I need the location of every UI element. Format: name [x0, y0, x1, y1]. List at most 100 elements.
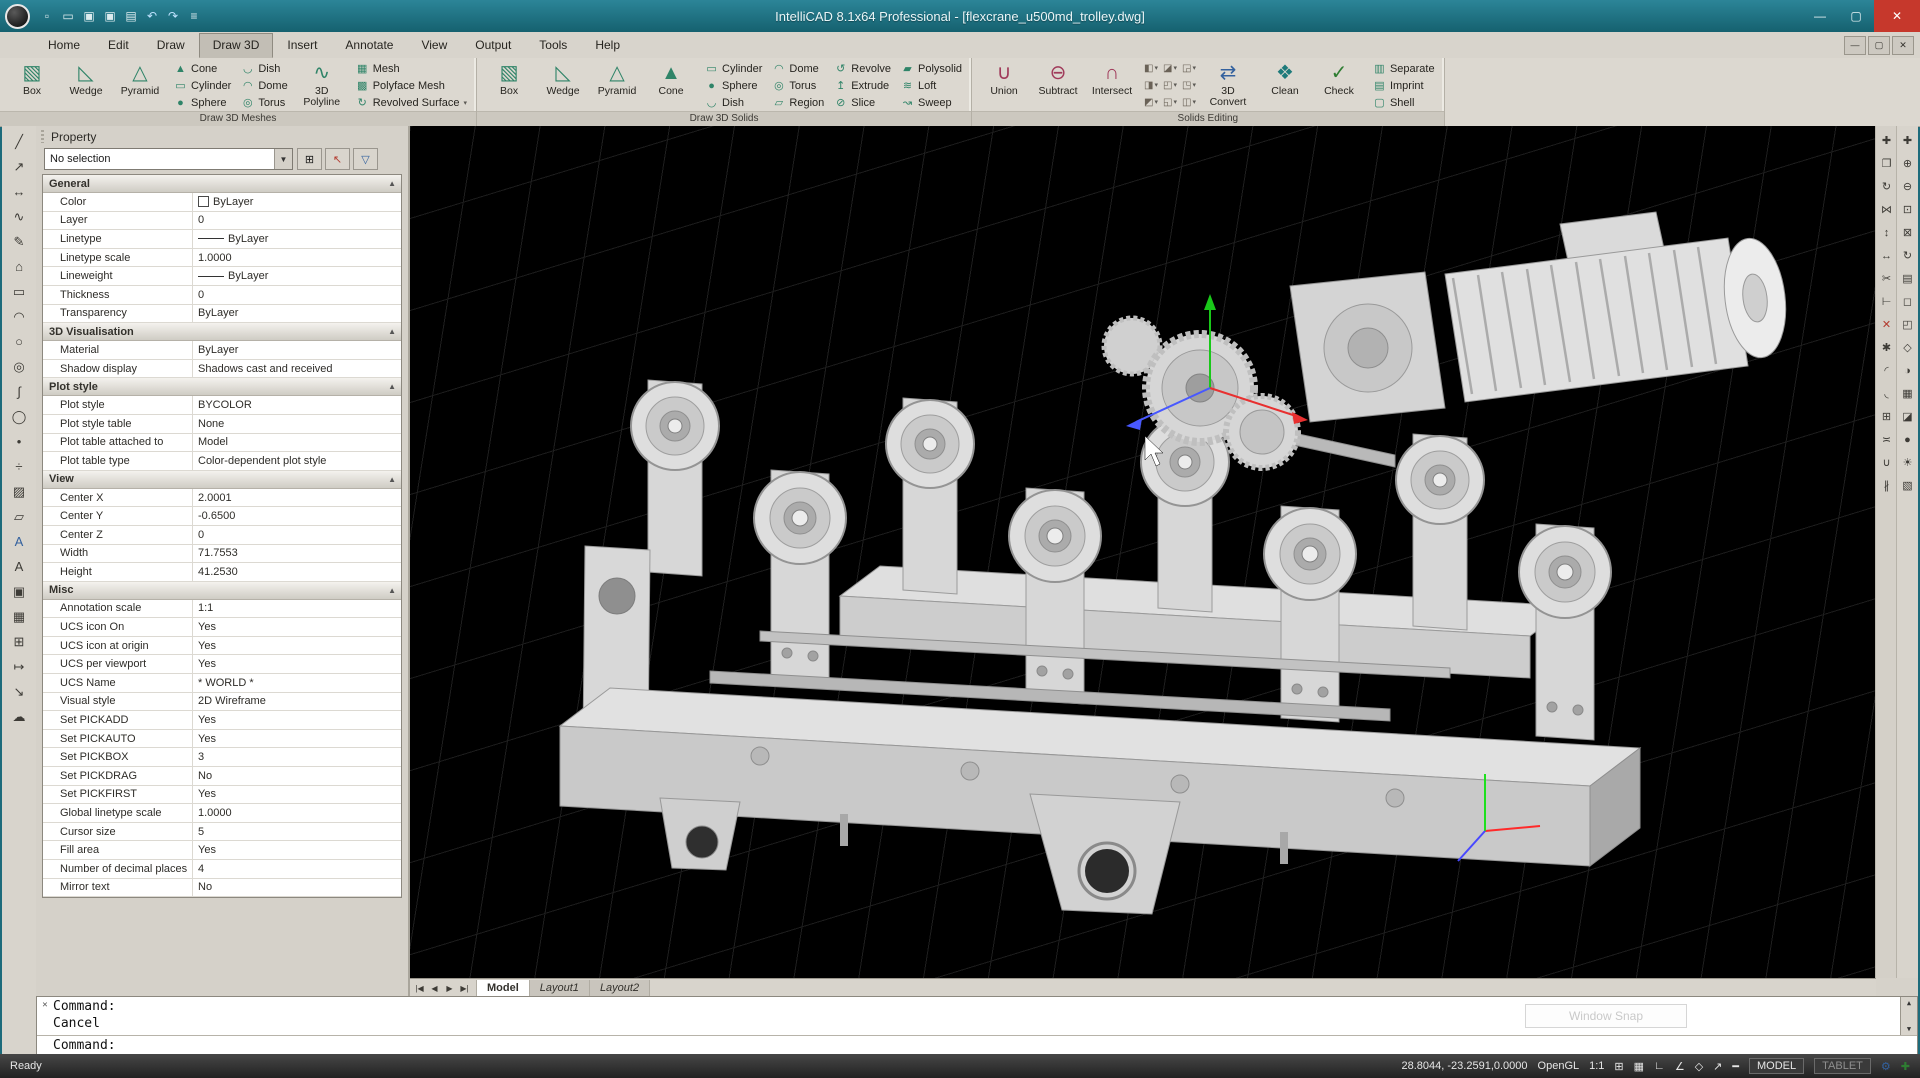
wireframe-icon[interactable]: ▦: [1899, 384, 1917, 403]
grid-icon[interactable]: ▦: [1634, 1060, 1644, 1073]
zoom-window-icon[interactable]: ⊡: [1899, 200, 1917, 219]
close-button[interactable]: ✕: [1874, 0, 1920, 32]
section-header[interactable]: Misc ▲: [43, 582, 401, 600]
solid-cylinder-button[interactable]: ▭ Cylinder: [701, 60, 766, 77]
property-row[interactable]: Set PICKDRAG No: [43, 767, 401, 786]
ray-icon[interactable]: ↗: [7, 156, 31, 177]
rotate-faces-icon[interactable]: ◰ ▾: [1161, 77, 1179, 93]
solid-wedge-button[interactable]: ◺ Wedge: [536, 60, 590, 111]
property-row[interactable]: Visual style 2D Wireframe: [43, 693, 401, 712]
menu-tab[interactable]: Help: [581, 33, 634, 58]
redo-icon[interactable]: ↷: [163, 6, 183, 26]
mesh-dish-button[interactable]: ◡ Dish: [237, 60, 291, 77]
model-viewport[interactable]: [410, 126, 1876, 978]
menu-tab[interactable]: Draw: [143, 33, 199, 58]
copy-faces-icon[interactable]: ◳ ▾: [1180, 77, 1198, 93]
extend-icon[interactable]: ⊢: [1878, 292, 1896, 311]
clean-screen-icon[interactable]: ✚: [1901, 1060, 1910, 1073]
selection-dropdown[interactable]: No selection ▼: [44, 148, 293, 170]
property-row[interactable]: Transparency ByLayer: [43, 305, 401, 324]
mesh-button[interactable]: ▦ Mesh: [352, 60, 471, 77]
revolve-button[interactable]: ↺ Revolve: [830, 60, 895, 77]
3d-convert-button[interactable]: ⇄ 3D Convert: [1201, 60, 1255, 111]
coordinates-display[interactable]: 28.8044, -23.2591,0.0000: [1402, 1060, 1528, 1072]
property-row[interactable]: UCS icon On Yes: [43, 618, 401, 637]
collapse-icon[interactable]: ▲: [388, 327, 396, 336]
property-row[interactable]: Set PICKFIRST Yes: [43, 786, 401, 805]
property-row[interactable]: Set PICKAUTO Yes: [43, 730, 401, 749]
snap-icon[interactable]: ⊞: [1614, 1060, 1623, 1073]
union-button[interactable]: ∪ Union: [977, 60, 1031, 111]
property-row[interactable]: Plot style BYCOLOR: [43, 396, 401, 415]
property-row[interactable]: Layer 0: [43, 212, 401, 231]
zoom-in-icon[interactable]: ⊕: [1899, 154, 1917, 173]
property-row[interactable]: Center X 2.0001: [43, 489, 401, 508]
front-view-icon[interactable]: ◻: [1899, 292, 1917, 311]
property-row[interactable]: Set PICKBOX 3: [43, 748, 401, 767]
section-header[interactable]: 3D Visualisation ▲: [43, 323, 401, 341]
freehand-icon[interactable]: ✎: [7, 231, 31, 252]
property-row[interactable]: Global linetype scale 1.0000: [43, 804, 401, 823]
section-header[interactable]: Plot style ▲: [43, 378, 401, 396]
property-row[interactable]: Linetype ByLayer: [43, 230, 401, 249]
property-row[interactable]: Lineweight ByLayer: [43, 267, 401, 286]
first-tab-button[interactable]: |◀: [412, 981, 427, 996]
make-block-icon[interactable]: ▦: [7, 606, 31, 627]
trim-icon[interactable]: ✂: [1878, 269, 1896, 288]
rotate-icon[interactable]: ↻: [1878, 177, 1896, 196]
region-icon[interactable]: ▱: [7, 506, 31, 527]
slice-button[interactable]: ⊘ Slice: [830, 94, 895, 111]
sweep-button[interactable]: ↝ Sweep: [897, 94, 966, 111]
section-header[interactable]: General ▲: [43, 175, 401, 193]
render-icon[interactable]: ●: [1899, 430, 1917, 449]
solid-sphere-button[interactable]: ● Sphere: [701, 77, 766, 94]
line-icon[interactable]: ╱: [7, 131, 31, 152]
taper-faces-icon[interactable]: ◱ ▾: [1161, 94, 1179, 110]
select-objects-button[interactable]: ↖: [325, 148, 350, 170]
mesh-box-button[interactable]: ▧ Box: [5, 60, 59, 111]
copy-icon[interactable]: ❐: [1878, 154, 1896, 173]
menu-tab[interactable]: Annotate: [331, 33, 407, 58]
offset-icon[interactable]: ≍: [1878, 430, 1896, 449]
next-tab-button[interactable]: ▶: [442, 981, 457, 996]
polysolid-button[interactable]: ▰ Polysolid: [897, 60, 966, 77]
solid-pyramid-button[interactable]: △ Pyramid: [590, 60, 644, 111]
undo-icon[interactable]: ↶: [142, 6, 162, 26]
property-row[interactable]: Width 71.7553: [43, 545, 401, 564]
property-row[interactable]: Center Z 0: [43, 526, 401, 545]
solid-dish-button[interactable]: ◡ Dish: [701, 94, 766, 111]
property-row[interactable]: Number of decimal places 4: [43, 860, 401, 879]
explode-icon[interactable]: ✱: [1878, 338, 1896, 357]
mesh-torus-button[interactable]: ◎ Torus: [237, 94, 291, 111]
property-row[interactable]: UCS Name * WORLD *: [43, 674, 401, 693]
array-icon[interactable]: ⊞: [1878, 407, 1896, 426]
mdi-restore-button[interactable]: ▢: [1868, 36, 1890, 55]
solid-cone-button[interactable]: ▲ Cone: [644, 60, 698, 111]
maximize-button[interactable]: ▢: [1838, 0, 1874, 32]
menu-tab[interactable]: Tools: [525, 33, 581, 58]
solid-dome-button[interactable]: ◠ Dome: [768, 60, 828, 77]
plot-icon[interactable]: ▤: [121, 6, 141, 26]
collapse-icon[interactable]: ▲: [388, 586, 396, 595]
chevron-down-icon[interactable]: ▼: [274, 149, 292, 169]
tablet-label[interactable]: TABLET: [1814, 1058, 1871, 1074]
stretch-icon[interactable]: ↔: [1878, 246, 1896, 265]
join-icon[interactable]: ∪: [1878, 453, 1896, 472]
circle-icon[interactable]: ○: [7, 331, 31, 352]
shell-button[interactable]: ▢ Shell: [1369, 94, 1439, 111]
otrack-icon[interactable]: ↗: [1713, 1060, 1722, 1073]
property-row[interactable]: Set PICKADD Yes: [43, 711, 401, 730]
iso-view-icon[interactable]: ◇: [1899, 338, 1917, 357]
light-icon[interactable]: ☀: [1899, 453, 1917, 472]
top-view-icon[interactable]: ◰: [1899, 315, 1917, 334]
menu-tab[interactable]: View: [407, 33, 461, 58]
imprint-button[interactable]: ▤ Imprint: [1369, 77, 1439, 94]
extrude-faces-icon[interactable]: ◧ ▾: [1142, 60, 1160, 76]
mesh-cylinder-button[interactable]: ▭ Cylinder: [170, 77, 235, 94]
polar-icon[interactable]: ∠: [1675, 1060, 1685, 1073]
ellipse-icon[interactable]: ◯: [7, 406, 31, 427]
menu-tab[interactable]: Home: [34, 33, 94, 58]
offset-faces-icon[interactable]: ◩ ▾: [1142, 94, 1160, 110]
minimize-button[interactable]: —: [1802, 0, 1838, 32]
clean-button[interactable]: ❖ Clean: [1258, 60, 1312, 111]
